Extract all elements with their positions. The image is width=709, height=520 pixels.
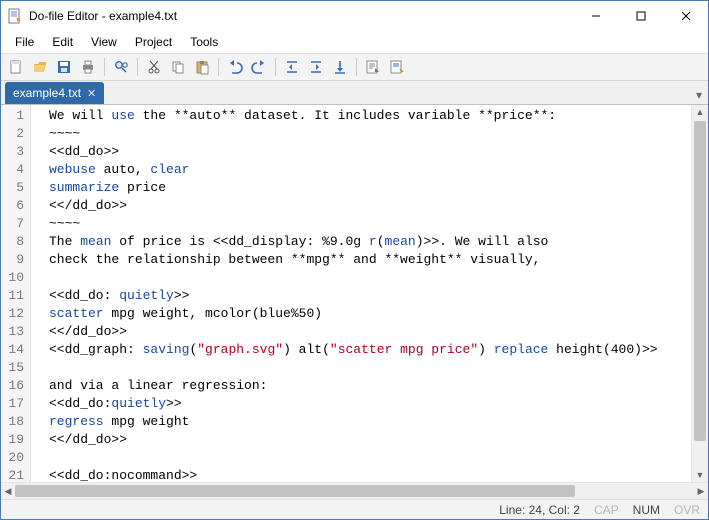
code-line[interactable]: webuse auto, clear [49, 161, 691, 179]
run-lines-icon[interactable] [386, 56, 408, 78]
line-number: 21 [5, 467, 24, 482]
menu-edit[interactable]: Edit [44, 33, 81, 51]
code-line[interactable]: scatter mpg weight, mcolor(blue%50) [49, 305, 691, 323]
toolbar-separator [137, 58, 138, 76]
tabs-bar: example4.txt ✕ ▾ [1, 81, 708, 105]
menu-project[interactable]: Project [127, 33, 180, 51]
code-line[interactable]: ~~~~ [49, 215, 691, 233]
line-number: 3 [5, 143, 24, 161]
copy-icon[interactable] [167, 56, 189, 78]
horizontal-scrollbar[interactable]: ◀ ▶ [1, 482, 708, 499]
app-icon [7, 8, 23, 24]
window-title: Do-file Editor - example4.txt [29, 9, 573, 23]
menu-tools[interactable]: Tools [182, 33, 226, 51]
line-number: 10 [5, 269, 24, 287]
paste-icon[interactable] [191, 56, 213, 78]
editor: 1234567891011121314151617181920212223 We… [1, 105, 708, 482]
code-line[interactable] [49, 449, 691, 467]
code-area[interactable]: We will use the **auto** dataset. It inc… [31, 105, 691, 482]
code-line[interactable]: <<dd_do: quietly>> [49, 287, 691, 305]
cut-icon[interactable] [143, 56, 165, 78]
scroll-up-icon[interactable]: ▲ [692, 105, 708, 119]
code-line[interactable]: and via a linear regression: [49, 377, 691, 395]
line-number: 13 [5, 323, 24, 341]
code-line[interactable]: regress mpg weight [49, 413, 691, 431]
line-number: 4 [5, 161, 24, 179]
line-number: 18 [5, 413, 24, 431]
code-line[interactable]: <<dd_do:quietly>> [49, 395, 691, 413]
toolbar-separator [218, 58, 219, 76]
status-num: NUM [633, 503, 660, 517]
code-line[interactable]: <</dd_do>> [49, 197, 691, 215]
hscroll-thumb[interactable] [15, 485, 575, 497]
toolbar [1, 53, 708, 81]
print-icon[interactable] [77, 56, 99, 78]
minimize-button[interactable] [573, 1, 618, 31]
line-number: 12 [5, 305, 24, 323]
scroll-left-icon[interactable]: ◀ [1, 486, 15, 497]
toolbar-separator [104, 58, 105, 76]
line-number: 19 [5, 431, 24, 449]
redo-icon[interactable] [248, 56, 270, 78]
tab-label: example4.txt [13, 86, 81, 100]
new-icon[interactable] [5, 56, 27, 78]
line-number: 20 [5, 449, 24, 467]
vscroll-thumb[interactable] [694, 121, 706, 441]
code-line[interactable]: <<dd_do>> [49, 143, 691, 161]
code-line[interactable]: <<dd_do:nocommand>> [49, 467, 691, 482]
code-line[interactable]: ~~~~ [49, 125, 691, 143]
line-number: 2 [5, 125, 24, 143]
line-number: 16 [5, 377, 24, 395]
scroll-down-icon[interactable]: ▼ [692, 468, 708, 482]
bookmark-icon[interactable] [329, 56, 351, 78]
indent-right-icon[interactable] [305, 56, 327, 78]
indent-left-icon[interactable] [281, 56, 303, 78]
line-number: 7 [5, 215, 24, 233]
code-line[interactable]: The mean of price is <<dd_display: %9.0g… [49, 233, 691, 251]
tab-close-icon[interactable]: ✕ [87, 87, 96, 100]
window-buttons [573, 1, 708, 31]
maximize-button[interactable] [618, 1, 663, 31]
line-number: 9 [5, 251, 24, 269]
undo-icon[interactable] [224, 56, 246, 78]
line-number: 8 [5, 233, 24, 251]
code-line[interactable] [49, 269, 691, 287]
code-line[interactable]: summarize price [49, 179, 691, 197]
line-number: 14 [5, 341, 24, 359]
code-line[interactable]: We will use the **auto** dataset. It inc… [49, 107, 691, 125]
code-line[interactable] [49, 359, 691, 377]
line-number: 1 [5, 107, 24, 125]
line-number: 5 [5, 179, 24, 197]
line-number: 11 [5, 287, 24, 305]
close-button[interactable] [663, 1, 708, 31]
toolbar-separator [356, 58, 357, 76]
code-line[interactable]: check the relationship between **mpg** a… [49, 251, 691, 269]
save-icon[interactable] [53, 56, 75, 78]
tab-active[interactable]: example4.txt ✕ [5, 82, 104, 104]
line-number: 6 [5, 197, 24, 215]
tabs-dropdown-icon[interactable]: ▾ [690, 86, 708, 104]
scroll-right-icon[interactable]: ▶ [694, 486, 708, 497]
open-icon[interactable] [29, 56, 51, 78]
status-cap: CAP [594, 503, 619, 517]
menu-view[interactable]: View [83, 33, 125, 51]
line-number: 15 [5, 359, 24, 377]
line-number-gutter: 1234567891011121314151617181920212223 [1, 105, 31, 482]
code-line[interactable]: <</dd_do>> [49, 323, 691, 341]
titlebar: Do-file Editor - example4.txt [1, 1, 708, 31]
status-ovr: OVR [674, 503, 700, 517]
menubar: File Edit View Project Tools [1, 31, 708, 53]
line-number: 17 [5, 395, 24, 413]
vertical-scrollbar[interactable]: ▲ ▼ [691, 105, 708, 482]
toolbar-separator [275, 58, 276, 76]
menu-file[interactable]: File [7, 33, 42, 51]
code-line[interactable]: <<dd_graph: saving("graph.svg") alt("sca… [49, 341, 691, 359]
code-line[interactable]: <</dd_do>> [49, 431, 691, 449]
status-linecol: Line: 24, Col: 2 [499, 503, 580, 517]
run-icon[interactable] [362, 56, 384, 78]
find-icon[interactable] [110, 56, 132, 78]
statusbar: Line: 24, Col: 2 CAP NUM OVR [1, 499, 708, 519]
